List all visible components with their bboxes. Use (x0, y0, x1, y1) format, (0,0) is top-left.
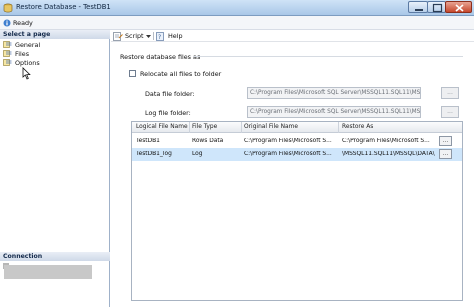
file-type-cell: Rows Data (192, 138, 224, 144)
toolbar-separator (153, 32, 154, 40)
column-header[interactable]: Restore As (342, 124, 373, 130)
ready-icon (3, 19, 11, 27)
select-page-header: Select a page (0, 30, 110, 39)
log-folder-label: Log file folder: (145, 109, 191, 117)
data-folder-label: Data file folder: (145, 90, 195, 98)
help-button[interactable]: ? Help (156, 31, 186, 41)
page-item-label: Options (15, 59, 40, 67)
relocate-checkbox[interactable] (129, 70, 136, 77)
maximize-button[interactable] (427, 1, 446, 13)
mouse-cursor-icon (22, 67, 31, 80)
column-header[interactable]: Logical File Name (136, 124, 188, 130)
data-folder-input[interactable]: C:\Program Files\Microsoft SQL Server\MS… (247, 87, 421, 99)
column-divider (241, 122, 242, 133)
connection-info (4, 265, 92, 279)
main-panel: Script ? Help Restore database files as … (111, 30, 474, 307)
section-label: Restore database files as (120, 53, 201, 61)
status-bar: Ready (0, 16, 474, 30)
status-text: Ready (13, 19, 33, 27)
script-icon (113, 32, 123, 41)
data-folder-browse-button[interactable]: ... (441, 87, 459, 99)
minimize-icon (415, 9, 423, 11)
logical-name-cell: TestDB1_log (136, 151, 172, 157)
script-button[interactable]: Script (113, 31, 151, 41)
table-row[interactable]: TestDB1 Rows Data C:\Program Files\Micro… (132, 135, 462, 148)
toolbar: Script ? Help (111, 30, 474, 42)
column-divider (189, 122, 190, 133)
restore-as-cell[interactable]: \MSSQL11.SQL11\MSSQL\DATA\ (342, 151, 438, 157)
restore-as-browse-button[interactable]: ... (439, 136, 452, 146)
column-header[interactable]: Original File Name (244, 124, 298, 130)
grid-header: Logical File Name File Type Original Fil… (132, 122, 462, 133)
relocate-checkbox-label: Relocate all files to folder (140, 70, 222, 78)
file-type-cell: Log (192, 151, 203, 157)
left-pane: Select a page General Files Options Conn… (0, 30, 110, 307)
script-label: Script (125, 32, 144, 40)
help-label: Help (168, 32, 183, 40)
log-folder-input[interactable]: C:\Program Files\Microsoft SQL Server\MS… (247, 106, 421, 118)
close-icon (455, 4, 464, 12)
connection-header: Connection (0, 252, 110, 261)
log-folder-browse-button[interactable]: ... (441, 106, 459, 118)
table-row[interactable]: TestDB1_log Log C:\Program Files\Microso… (132, 148, 462, 161)
restore-as-browse-button[interactable]: ... (439, 149, 452, 159)
restore-as-cell[interactable]: C:\Program Files\Microsoft S... (342, 138, 438, 144)
column-divider (338, 122, 339, 133)
page-item-general[interactable]: General (3, 40, 103, 49)
logical-name-cell: TestDB1 (136, 138, 160, 144)
page-icon (3, 59, 12, 66)
original-file-cell: C:\Program Files\Microsoft S... (244, 151, 332, 157)
title-bar: Restore Database - TestDB1 (0, 0, 474, 16)
column-header[interactable]: File Type (192, 124, 217, 130)
close-button[interactable] (445, 1, 472, 13)
minimize-button[interactable] (408, 1, 428, 13)
files-grid: Logical File Name File Type Original Fil… (131, 121, 463, 301)
chevron-down-icon (146, 35, 151, 38)
page-icon (3, 50, 12, 57)
page-icon (3, 41, 12, 48)
original-file-cell: C:\Program Files\Microsoft S... (244, 138, 332, 144)
section-divider (193, 56, 463, 57)
page-item-label: Files (15, 50, 30, 58)
window-title: Restore Database - TestDB1 (16, 3, 111, 11)
page-item-label: General (15, 41, 41, 49)
help-icon: ? (156, 32, 164, 41)
svg-text:?: ? (158, 34, 161, 41)
page-item-options[interactable]: Options (3, 58, 103, 67)
page-item-files[interactable]: Files (3, 49, 103, 58)
database-icon (3, 3, 13, 13)
